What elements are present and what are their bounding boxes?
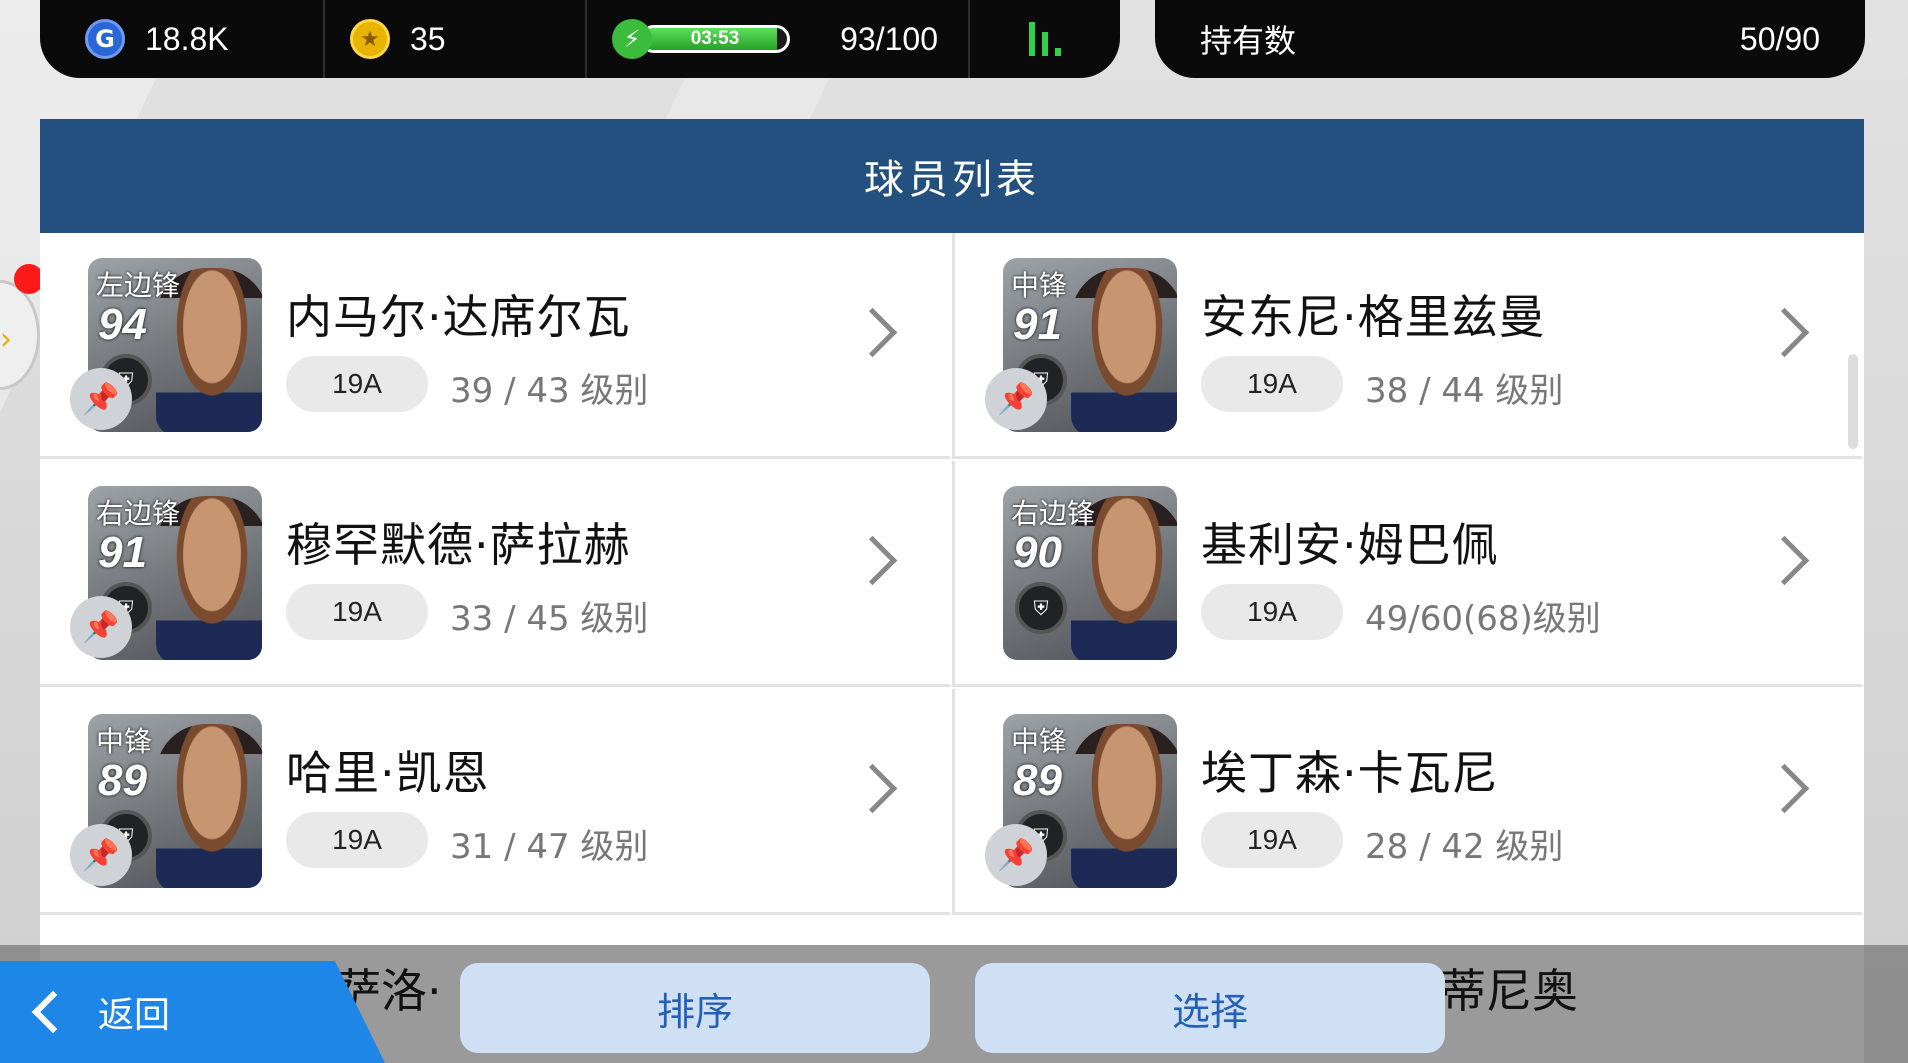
chevron-right-icon: › [0,322,12,357]
player-card[interactable]: 左边锋 94 ⛨ 📌 内马尔·达席尔瓦 19A 39 / 43 级别 [40,233,950,459]
version-badge: 19A [286,584,428,640]
player-name: 埃丁森·卡瓦尼 [1201,746,1499,800]
player-portrait: 右边锋 90 ⛨ [1003,486,1177,660]
player-card[interactable]: 中锋 89 ⛨ 📌 埃丁森·卡瓦尼 19A 28 / 42 级别 [952,689,1862,915]
signal-segment[interactable] [970,0,1120,78]
player-position: 右边锋 [1011,497,1096,530]
player-level: 28 / 42 级别 [1365,827,1564,867]
player-name: 哈里·凯恩 [286,746,490,800]
gp-segment[interactable]: G 18.8K [40,0,325,78]
player-rating: 90 [1013,528,1062,577]
lightning-icon: ⚡ [612,19,652,59]
energy-meter: ⚡ 03:53 [612,19,790,59]
pin-icon[interactable]: 📌 [70,596,132,658]
player-level: 39 / 43 级别 [450,371,649,411]
player-photo [1071,268,1177,432]
player-position: 右边锋 [96,497,181,530]
pin-icon[interactable]: 📌 [70,824,132,886]
currency-bar: G 18.8K ★ 35 ⚡ 03:53 93/100 [40,0,1120,78]
player-card[interactable]: 中锋 91 ⛨ 📌 安东尼·格里兹曼 19A 38 / 44 级别 [952,233,1862,459]
pin-icon[interactable]: 📌 [985,824,1047,886]
partial-player-name: 蒂尼奥 [1440,964,1578,1018]
player-position: 左边锋 [96,269,181,302]
player-photo [1071,724,1177,888]
select-button[interactable]: 选择 [975,963,1445,1053]
version-badge: 19A [286,812,428,868]
player-name: 内马尔·达席尔瓦 [286,290,631,344]
player-position: 中锋 [96,725,153,758]
version-badge: 19A [286,356,428,412]
owned-value: 50/90 [1739,20,1820,57]
player-rating: 89 [98,756,147,805]
chevron-right-icon[interactable] [847,307,898,358]
player-card[interactable]: 右边锋 90 ⛨ 基利安·姆巴佩 19A 49/60(68)级别 [952,461,1862,687]
player-position: 中锋 [1011,269,1068,302]
player-name: 安东尼·格里兹曼 [1201,290,1546,344]
player-level: 38 / 44 级别 [1365,371,1564,411]
player-list-panel: 球员列表 左边锋 94 ⛨ 📌 内马尔·达席尔瓦 19A 39 / 43 级别 … [40,119,1864,1063]
panel-title: 球员列表 [40,119,1864,233]
player-rating: 91 [98,528,147,577]
signal-icon [1029,22,1061,56]
version-badge: 19A [1201,356,1343,412]
gp-value: 18.8K [145,20,229,57]
version-badge: 19A [1201,812,1343,868]
pin-icon[interactable]: 📌 [985,368,1047,430]
player-rating: 91 [1013,300,1062,349]
energy-segment[interactable]: ⚡ 03:53 93/100 [587,0,970,78]
coin-value: 35 [410,20,446,57]
player-photo [156,724,262,888]
back-label: 返回 [98,995,171,1036]
player-level: 33 / 45 级别 [450,599,649,639]
owned-count-bar: 持有数 50/90 [1155,0,1865,78]
player-card[interactable]: 右边锋 91 ⛨ 📌 穆罕默德·萨拉赫 19A 33 / 45 级别 [40,461,950,687]
chevron-right-icon[interactable] [1759,535,1810,586]
chevron-right-icon[interactable] [847,763,898,814]
chevron-right-icon[interactable] [847,535,898,586]
chevron-left-icon [31,990,75,1034]
player-rating: 89 [1013,756,1062,805]
pin-icon[interactable]: 📌 [70,368,132,430]
player-name: 基利安·姆巴佩 [1201,518,1499,572]
player-level: 31 / 47 级别 [450,827,649,867]
coin-icon: ★ [350,19,390,59]
player-rating: 94 [98,300,147,349]
sort-button[interactable]: 排序 [460,963,930,1053]
select-label: 选择 [1171,989,1248,1034]
back-button[interactable]: 返回 [0,961,385,1063]
player-card[interactable]: 中锋 89 ⛨ 📌 哈里·凯恩 19A 31 / 47 级别 [40,689,950,915]
player-name: 穆罕默德·萨拉赫 [286,518,631,572]
version-badge: 19A [1201,584,1343,640]
club-badge-icon: ⛨ [1015,582,1067,634]
chevron-right-icon[interactable] [1759,763,1810,814]
sort-label: 排序 [656,989,733,1034]
player-level: 49/60(68)级别 [1365,599,1601,639]
energy-bar: 03:53 [640,25,790,53]
owned-label: 持有数 [1200,23,1297,59]
coin-segment[interactable]: ★ 35 [325,0,587,78]
gp-icon: G [85,19,125,59]
energy-value: 93/100 [840,20,938,57]
scrollbar[interactable] [1848,354,1858,449]
player-position: 中锋 [1011,725,1068,758]
chevron-right-icon[interactable] [1759,307,1810,358]
energy-timer: 03:53 [690,28,740,49]
